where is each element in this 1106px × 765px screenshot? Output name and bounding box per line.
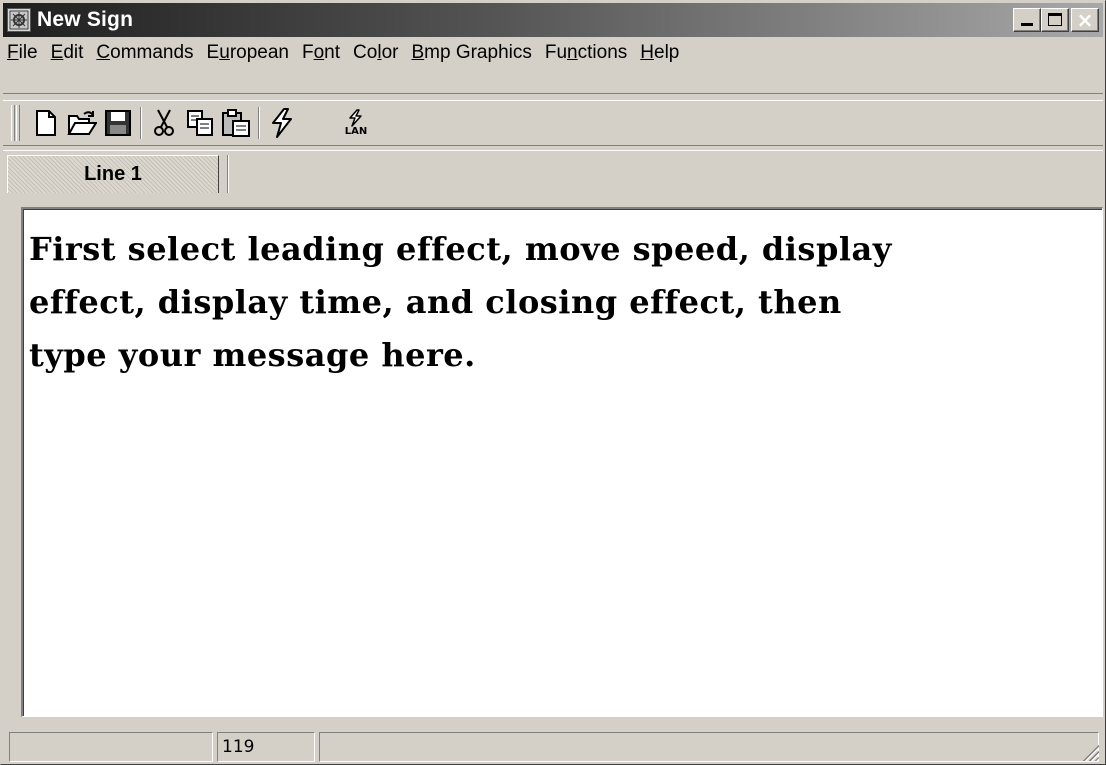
- toolbar-band: LAN: [3, 100, 1103, 146]
- toolbar: LAN: [3, 93, 1103, 151]
- toolbar-separator: [140, 107, 142, 139]
- menu-commands[interactable]: Commands: [90, 38, 200, 68]
- message-editor[interactable]: First select leading effect, move speed,…: [21, 207, 1103, 717]
- menu-bar: File Edit Commands European Font Color B…: [1, 37, 1105, 69]
- new-file-button[interactable]: [28, 105, 64, 141]
- toolbar-grip-2[interactable]: [16, 105, 20, 141]
- tab-divider: [227, 155, 229, 193]
- paste-icon: [222, 109, 250, 137]
- status-panel-count: 119: [217, 732, 315, 762]
- menu-edit[interactable]: Edit: [45, 38, 91, 68]
- toolbar-separator-2: [258, 107, 260, 139]
- cut-scissors-icon: [154, 109, 174, 136]
- close-button[interactable]: ×: [1071, 8, 1099, 32]
- send-lan-button[interactable]: LAN: [336, 105, 376, 141]
- save-disk-icon: [105, 110, 131, 136]
- message-text[interactable]: First select leading effect, move speed,…: [29, 223, 1096, 382]
- paste-button[interactable]: [218, 105, 254, 141]
- close-icon: ×: [1076, 8, 1094, 32]
- window-controls: ×: [1013, 8, 1099, 32]
- maximize-icon: [1048, 13, 1062, 26]
- cut-button[interactable]: [146, 105, 182, 141]
- menu-file[interactable]: File: [1, 38, 45, 68]
- lan-label: LAN: [344, 126, 368, 137]
- menu-functions[interactable]: Functions: [539, 38, 634, 68]
- tab-line-1[interactable]: Line 1: [7, 155, 219, 193]
- maximize-button[interactable]: [1041, 8, 1069, 32]
- copy-button[interactable]: [182, 105, 218, 141]
- send-button[interactable]: [264, 105, 300, 141]
- menu-european[interactable]: European: [201, 38, 296, 68]
- tab-row: Line 1: [3, 153, 1103, 195]
- status-panel-3: [319, 732, 1099, 762]
- tab-label: Line 1: [84, 163, 142, 185]
- minimize-icon: [1021, 23, 1033, 26]
- open-folder-icon: [67, 111, 97, 135]
- menu-color[interactable]: Color: [347, 38, 405, 68]
- menu-font[interactable]: Font: [296, 38, 347, 68]
- open-file-button[interactable]: [64, 105, 100, 141]
- status-bar: 119: [3, 729, 1103, 763]
- send-lan-icon: [349, 109, 362, 127]
- toolbar-grip[interactable]: [11, 105, 15, 141]
- new-file-icon: [36, 110, 56, 136]
- copy-icon: [187, 110, 213, 136]
- send-lightning-icon: [272, 108, 292, 138]
- app-icon[interactable]: [7, 8, 31, 32]
- resize-grip-icon[interactable]: [1081, 743, 1099, 761]
- minimize-button[interactable]: [1013, 8, 1041, 32]
- menu-help[interactable]: Help: [634, 38, 686, 68]
- title-bar[interactable]: New Sign ×: [3, 3, 1103, 37]
- window-title: New Sign: [37, 8, 134, 31]
- menu-bmp-graphics[interactable]: Bmp Graphics: [405, 38, 538, 68]
- status-panel-1: [9, 732, 213, 762]
- main-window: New Sign × File Edit Commands European F…: [0, 0, 1106, 765]
- save-button[interactable]: [100, 105, 136, 141]
